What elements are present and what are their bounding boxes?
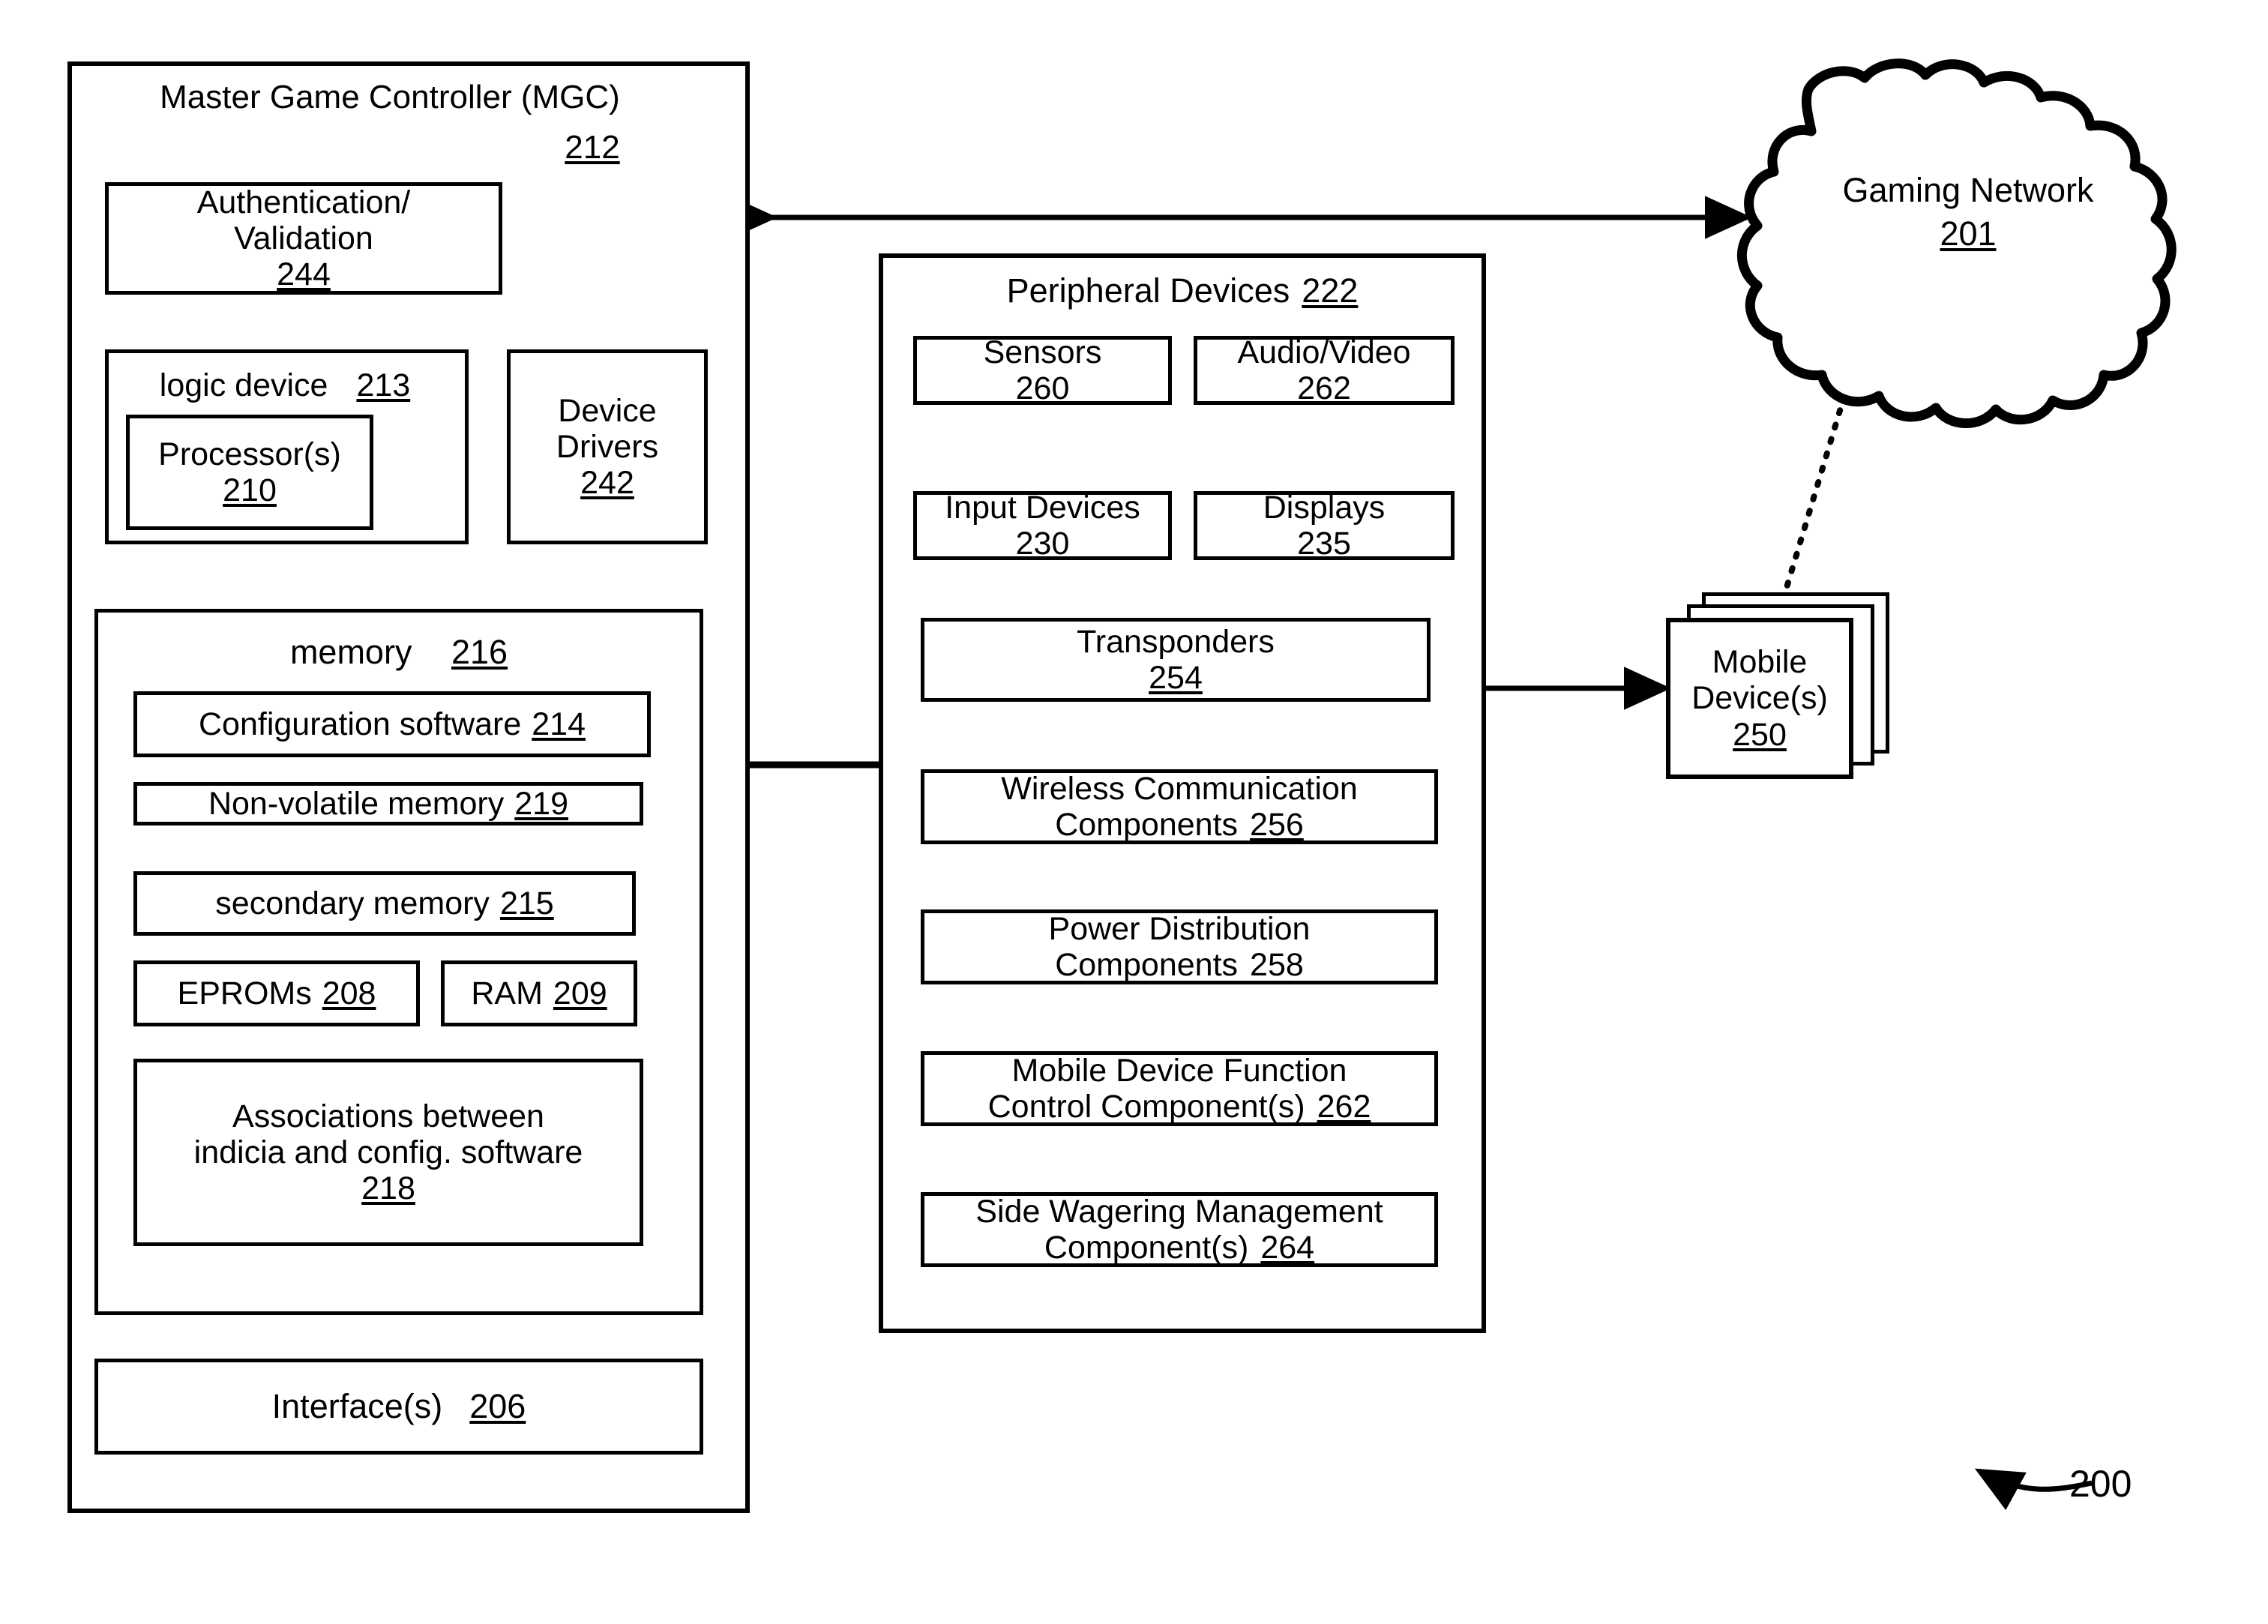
power-line2: Components [1055, 947, 1239, 983]
sensors-ref: 260 [1015, 370, 1070, 406]
mobile-device-function-control-box[interactable]: Mobile Device Function Control Component… [921, 1051, 1438, 1126]
non-volatile-memory-ref: 219 [514, 786, 569, 822]
ram-label: RAM [471, 975, 543, 1011]
logic-device-label: logic device [159, 367, 328, 403]
memory-ref: 216 [451, 633, 508, 671]
input-devices-label: Input Devices [945, 489, 1140, 526]
displays-box[interactable]: Displays 235 [1194, 489, 1455, 562]
ram-box[interactable]: RAM 209 [441, 960, 637, 1026]
wireless-line2: Components [1055, 807, 1239, 843]
processor-box[interactable]: Processor(s) 210 [126, 415, 373, 530]
auth-ref: 244 [277, 256, 331, 293]
sensors-label: Sensors [983, 334, 1102, 370]
audio-video-box[interactable]: Audio/Video 262 [1194, 334, 1455, 406]
input-devices-ref: 230 [1015, 526, 1070, 562]
non-volatile-memory-label: Non-volatile memory [208, 786, 505, 822]
associations-line1: Associations between [232, 1098, 544, 1134]
mobile-fn-ref: 262 [1317, 1089, 1371, 1125]
mobile-devices-line2: Device(s) [1691, 680, 1828, 717]
memory-label: memory [289, 633, 412, 671]
auth-line2: Validation [234, 220, 373, 256]
mgc-ref: 212 [565, 129, 620, 166]
ram-ref: 209 [553, 975, 607, 1011]
associations-ref: 218 [361, 1170, 415, 1207]
peripheral-devices-title: Peripheral Devices [1006, 271, 1290, 310]
transponders-label: Transponders [1077, 623, 1275, 660]
peripheral-devices-ref: 222 [1302, 271, 1359, 310]
gaming-network-label-group: Gaming Network 201 [1799, 171, 2137, 253]
processor-label: Processor(s) [158, 436, 341, 472]
mobile-fn-line1: Mobile Device Function [1011, 1052, 1347, 1089]
patent-figure-200: Gaming Network : double-headed horizonta… [0, 0, 2268, 1624]
transponders-box[interactable]: Transponders 254 [921, 618, 1431, 702]
mgc-title: Master Game Controller (MGC) [160, 79, 620, 115]
figure-number: 200 [2069, 1463, 2132, 1505]
eproms-label: EPROMs [177, 975, 312, 1011]
eproms-ref: 208 [322, 975, 376, 1011]
peripheral-devices-header: Peripheral Devices 222 [894, 271, 1471, 310]
interfaces-ref: 206 [469, 1386, 526, 1425]
transponders-ref: 254 [1149, 660, 1203, 696]
processor-ref: 210 [223, 472, 277, 508]
side-wagering-management-box[interactable]: Side Wagering Management Component(s) 264 [921, 1192, 1438, 1267]
audio-video-ref: 262 [1297, 370, 1351, 406]
secondary-memory-box[interactable]: secondary memory 215 [133, 871, 636, 936]
device-drivers-line1: Device [558, 392, 657, 429]
side-wager-line1: Side Wagering Management [975, 1193, 1383, 1230]
non-volatile-memory-box[interactable]: Non-volatile memory 219 [133, 782, 643, 826]
logic-device-header: logic device 213 [112, 367, 457, 404]
wireless-ref: 256 [1250, 807, 1304, 843]
power-line1: Power Distribution [1048, 910, 1311, 947]
interfaces-label: Interface(s) [271, 1386, 443, 1425]
mobile-devices-line1: Mobile [1712, 644, 1808, 681]
gaming-network-label: Gaming Network [1842, 171, 2094, 209]
device-drivers-ref: 242 [580, 465, 634, 502]
mobile-fn-line2: Control Component(s) [987, 1089, 1305, 1125]
wire-mobile-to-network-dotted [1754, 345, 1866, 640]
input-devices-box[interactable]: Input Devices 230 [913, 489, 1172, 562]
power-distribution-box[interactable]: Power Distribution Components 258 [921, 909, 1438, 984]
sensors-box[interactable]: Sensors 260 [913, 334, 1172, 406]
configuration-software-ref: 214 [532, 706, 586, 742]
logic-device-ref: 213 [356, 367, 411, 403]
secondary-memory-ref: 215 [499, 885, 554, 921]
secondary-memory-label: secondary memory [215, 885, 490, 921]
power-ref: 258 [1250, 947, 1304, 983]
wireless-line1: Wireless Communication [1001, 770, 1358, 807]
authentication-validation-box[interactable]: Authentication/ Validation 244 [105, 182, 502, 295]
side-wager-ref: 264 [1260, 1230, 1315, 1266]
mobile-devices-box[interactable]: Mobile Device(s) 250 [1666, 618, 1853, 779]
configuration-software-box[interactable]: Configuration software 214 [133, 691, 651, 757]
side-wager-line2: Component(s) [1044, 1230, 1249, 1266]
auth-line1: Authentication/ [196, 184, 411, 220]
wireless-communication-box[interactable]: Wireless Communication Components 256 [921, 769, 1438, 844]
configuration-software-label: Configuration software [199, 706, 522, 742]
eproms-box[interactable]: EPROMs 208 [133, 960, 420, 1026]
associations-box[interactable]: Associations between indicia and config.… [133, 1059, 643, 1246]
gaming-network-ref: 201 [1940, 214, 1997, 253]
audio-video-label: Audio/Video [1237, 334, 1411, 370]
device-drivers-box[interactable]: Device Drivers 242 [507, 349, 708, 544]
displays-ref: 235 [1297, 526, 1351, 562]
memory-header: memory 216 [109, 633, 688, 672]
associations-line2: indicia and config. software [193, 1134, 583, 1170]
displays-label: Displays [1263, 489, 1386, 526]
interfaces-box[interactable]: Interface(s) 206 [94, 1359, 703, 1455]
device-drivers-line2: Drivers [556, 428, 659, 465]
mobile-devices-ref: 250 [1733, 716, 1787, 753]
